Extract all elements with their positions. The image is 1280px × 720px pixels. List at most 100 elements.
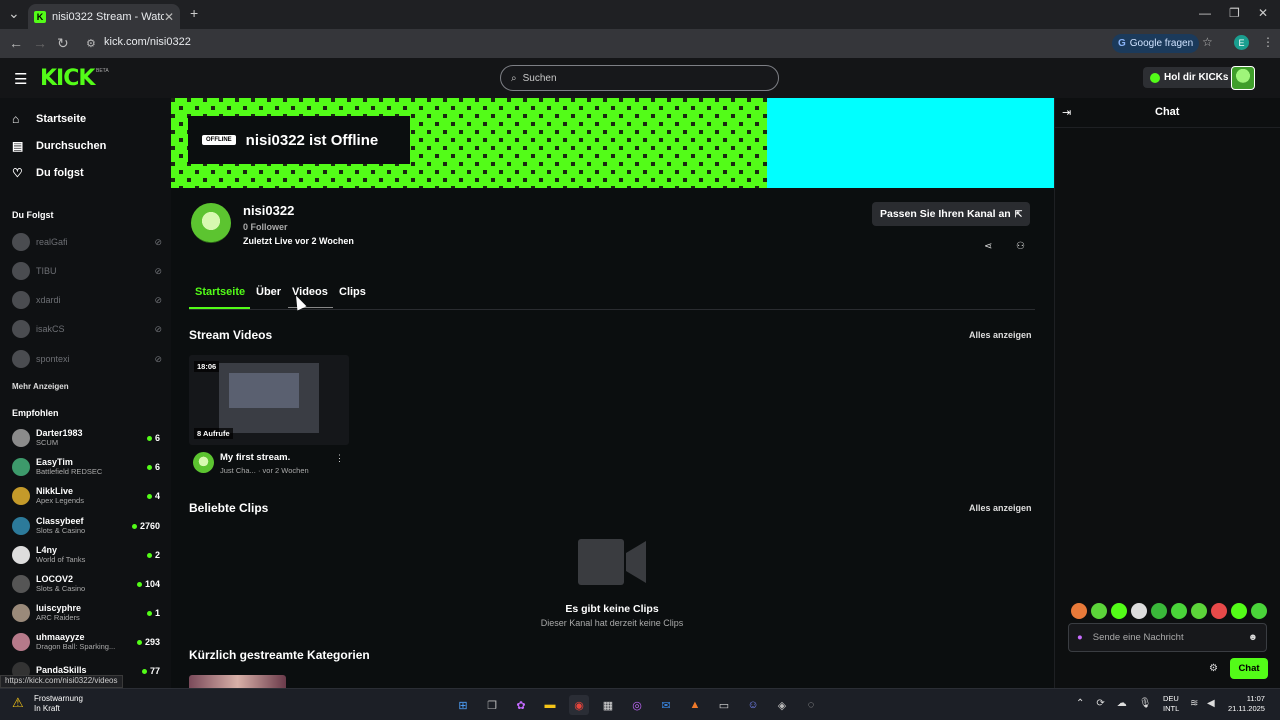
discord-icon[interactable]: ☺ <box>743 695 763 715</box>
tab-clips[interactable]: Clips <box>339 286 366 298</box>
banner-pixel <box>499 170 503 174</box>
get-kicks-button[interactable]: Hol dir KICKs <box>1143 67 1236 88</box>
sidebar-item-label: Du folgst <box>36 167 84 179</box>
search-input[interactable]: ⌕ Suchen <box>500 65 779 91</box>
google-ask-button[interactable]: G Google fragen <box>1112 34 1200 53</box>
emote-icon[interactable] <box>1251 603 1267 619</box>
url-field[interactable]: kick.com/nisi0322 <box>104 36 191 48</box>
emote-icon[interactable] <box>1211 603 1227 619</box>
emote-icon[interactable] <box>1151 603 1167 619</box>
steam-icon[interactable]: ◈ <box>772 695 792 715</box>
collapse-chat-icon[interactable]: ⇥ <box>1062 106 1071 119</box>
windows-start-icon[interactable]: ⊞ <box>453 695 473 715</box>
microphone-tray-icon[interactable]: 🎙 <box>1139 698 1152 709</box>
banner-pixel <box>659 122 663 126</box>
banner-pixel <box>659 186 663 188</box>
terminal-icon[interactable]: ▭ <box>714 695 734 715</box>
sidebar-item-browse[interactable]: ▤ Durchsuchen <box>12 139 106 153</box>
task-view-icon[interactable]: ❐ <box>482 695 502 715</box>
store-icon[interactable]: ▦ <box>598 695 618 715</box>
minimize-icon[interactable]: — <box>1199 6 1211 20</box>
recommended-item[interactable]: luiscyphre ARC Raiders 1 <box>12 600 160 626</box>
emote-icon[interactable] <box>1071 603 1087 619</box>
chat-message-input[interactable]: ● Sende eine Nachricht ☻ <box>1068 623 1267 652</box>
maximize-icon[interactable]: ❐ <box>1229 6 1240 20</box>
emote-icon[interactable] <box>1191 603 1207 619</box>
reload-icon[interactable]: ↻ <box>57 35 69 52</box>
chrome-icon[interactable]: ◉ <box>569 695 589 715</box>
emote-icon[interactable] <box>1171 603 1187 619</box>
outlook-icon[interactable]: ✉ <box>656 695 676 715</box>
see-all-videos-link[interactable]: Alles anzeigen <box>969 330 1032 340</box>
sidebar-item-following[interactable]: ♡ Du folgst <box>12 166 84 180</box>
new-tab-icon[interactable]: + <box>190 5 198 21</box>
browser-profile-avatar[interactable]: E <box>1234 35 1249 50</box>
share-icon[interactable]: ⋖ <box>984 241 992 252</box>
emote-icon[interactable] <box>1131 603 1147 619</box>
recommended-item[interactable]: uhmaayyze Dragon Ball: Sparking... 293 <box>12 629 160 655</box>
video-options-icon[interactable]: ⋮ <box>335 453 344 464</box>
banner-pixel <box>427 130 431 134</box>
tray-chevron-icon[interactable]: ⌃ <box>1076 698 1084 709</box>
file-explorer-icon[interactable]: ▬ <box>540 695 560 715</box>
emote-icon[interactable] <box>1091 603 1107 619</box>
forward-icon[interactable]: → <box>33 35 47 51</box>
close-window-icon[interactable]: ✕ <box>1258 6 1268 20</box>
clock[interactable]: 11:07 21.11.2025 <box>1228 694 1265 714</box>
recommended-item[interactable]: Classybeef Slots & Casino 2760 <box>12 513 160 539</box>
following-item[interactable]: TIBU ⊘ <box>12 260 162 282</box>
recommended-item[interactable]: LOCOV2 Slots & Casino 104 <box>12 571 160 597</box>
tab-search-icon[interactable]: ⌄ <box>8 5 20 22</box>
user-settings-icon[interactable]: ⚇ <box>1016 241 1025 252</box>
tab-home[interactable]: Startseite <box>195 286 245 298</box>
following-item[interactable]: isakCS ⊘ <box>12 318 162 340</box>
sidebar-item-home[interactable]: ⌂ Startseite <box>12 112 86 126</box>
video-title[interactable]: My first stream. <box>220 452 290 463</box>
app-orange-icon[interactable]: ▲ <box>685 695 705 715</box>
tab-about[interactable]: Über <box>256 286 281 298</box>
recommended-item[interactable]: L4ny World of Tanks 2 <box>12 542 160 568</box>
following-item[interactable]: xdardi ⊘ <box>12 289 162 311</box>
language-indicator[interactable]: DEU INTL <box>1163 694 1179 714</box>
emote-icon[interactable] <box>1111 603 1127 619</box>
banner-pixel <box>323 106 327 110</box>
wifi-icon[interactable]: ≋ <box>1190 698 1198 709</box>
video-category[interactable]: Just Cha... <box>220 466 256 475</box>
user-avatar[interactable] <box>1231 66 1255 90</box>
app-icon[interactable]: ◎ <box>627 695 647 715</box>
see-all-clips-link[interactable]: Alles anzeigen <box>969 503 1032 513</box>
banner-pixel <box>171 130 175 134</box>
following-item[interactable]: spontexi ⊘ <box>12 348 162 370</box>
video-channel-avatar[interactable] <box>193 452 214 473</box>
channel-avatar[interactable] <box>191 203 231 243</box>
bookmark-star-icon[interactable]: ☆ <box>1202 35 1213 49</box>
hamburger-menu-icon[interactable]: ☰ <box>14 70 27 88</box>
back-icon[interactable]: ← <box>9 35 23 51</box>
emote-icon[interactable] <box>1231 603 1247 619</box>
banner-pixel <box>491 178 495 182</box>
site-info-icon[interactable]: ⚙ <box>86 37 96 50</box>
close-tab-icon[interactable]: ✕ <box>164 10 174 24</box>
sync-icon[interactable]: ⟳ <box>1096 698 1104 709</box>
browser-menu-icon[interactable]: ⋮ <box>1262 35 1274 49</box>
microphone-icon[interactable]: ● <box>1077 632 1083 643</box>
weather-warning-icon[interactable]: ⚠ <box>12 695 24 711</box>
kick-logo[interactable]: KICK <box>40 66 95 91</box>
weather-widget[interactable]: Frostwarnung In Kraft <box>34 694 83 714</box>
recommended-item[interactable]: EasyTim Battlefield REDSEC 6 <box>12 454 160 480</box>
volume-icon[interactable]: ◀ <box>1207 698 1215 709</box>
show-more-link[interactable]: Mehr Anzeigen <box>12 382 69 391</box>
customize-channel-button[interactable]: Passen Sie Ihren Kanal an ⇱ <box>872 202 1031 226</box>
browser-tab[interactable]: K nisi0322 Stream - Watch Live o... ✕ <box>28 4 180 29</box>
cloud-icon[interactable]: ☁ <box>1117 698 1127 709</box>
app-icon-2[interactable]: ◌ <box>801 695 821 715</box>
category-thumbnail[interactable] <box>189 675 286 688</box>
send-chat-button[interactable]: Chat <box>1230 658 1268 679</box>
recommended-item[interactable]: NikkLive Apex Legends 4 <box>12 483 160 509</box>
emoji-picker-icon[interactable]: ☻ <box>1248 632 1258 643</box>
video-thumbnail[interactable]: 18:06 8 Aufrufe <box>189 355 349 445</box>
copilot-icon[interactable]: ✿ <box>511 695 531 715</box>
chat-settings-gear-icon[interactable]: ⚙ <box>1209 663 1218 674</box>
recommended-item[interactable]: Darter1983 SCUM 6 <box>12 425 160 451</box>
following-item[interactable]: realGafi ⊘ <box>12 231 162 253</box>
